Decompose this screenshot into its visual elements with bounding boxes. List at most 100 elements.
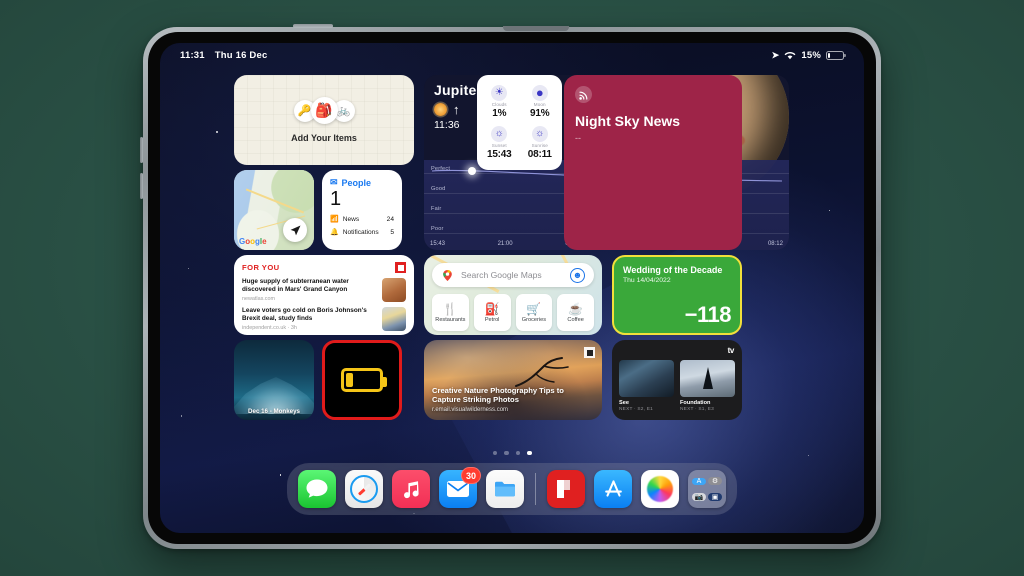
page-dot[interactable] <box>492 450 497 455</box>
safari-app[interactable] <box>345 470 383 508</box>
volume-down-button[interactable] <box>140 173 143 199</box>
rss-icon <box>575 86 592 103</box>
rear-camera-bump <box>503 26 569 31</box>
backpack-icon: 🎒 <box>310 97 338 124</box>
show-next-episode: NEXT · S2, E1 <box>619 407 653 412</box>
page-dot[interactable] <box>515 450 520 455</box>
map-pin-icon <box>441 269 454 282</box>
status-bar: 11:31 Thu 16 Dec ➤ 15% <box>160 43 864 67</box>
page-dot[interactable] <box>504 450 509 455</box>
ipad-device-frame: 11:31 Thu 16 Dec ➤ 15% 🔑 🎒 🚲 Add Your It… <box>140 24 881 549</box>
jupiter-rise-time: 11:36 <box>434 119 460 131</box>
rss-icon: 📶 <box>330 216 339 223</box>
account-icon[interactable]: ☻ <box>570 267 585 283</box>
find-my-label: Add Your Items <box>291 133 357 143</box>
photography-article-widget[interactable]: Creative Nature Photography Tips to Capt… <box>424 340 602 420</box>
coffee-icon: ☕ <box>568 301 584 316</box>
app-store-app[interactable] <box>594 470 632 508</box>
mail-people-widget[interactable]: ✉ People 1 📶 News 24 🔔 Notifications 5 <box>322 170 402 250</box>
battery-icon <box>341 368 387 392</box>
music-app[interactable] <box>392 470 430 508</box>
restaurant-icon: 🍴 <box>442 301 458 316</box>
settings-recent[interactable]: ⚙ <box>708 477 722 485</box>
mail-news-label: News <box>342 215 360 223</box>
story-headline: Huge supply of subterranean water discov… <box>242 278 349 294</box>
sunset-icon: ☼ <box>491 126 508 143</box>
show-title: Foundation <box>680 400 711 406</box>
apple-tv-logo: tv <box>727 346 735 355</box>
tv-wordmark: tv <box>727 346 735 355</box>
story-source: independent.co.uk · 3h <box>242 325 297 332</box>
flipboard-for-you-widget[interactable]: FOR YOU Huge supply of subterranean wate… <box>234 255 414 335</box>
navigation-arrow-icon[interactable] <box>283 218 307 242</box>
night-sky-news-title: Night Sky News <box>575 113 681 129</box>
app-store-recent[interactable]: A <box>692 477 706 485</box>
shortcut-label: Coffee <box>567 316 584 323</box>
weather-cell-sunrise: ☼ Sunrise 08:11 <box>520 123 561 165</box>
files-app[interactable] <box>486 470 524 508</box>
show-title: See <box>619 400 629 406</box>
page-dot-active[interactable] <box>527 450 532 455</box>
tv-show-card[interactable]: Foundation NEXT · S1, E3 <box>680 360 735 412</box>
mail-badge-count: 30 <box>460 467 481 484</box>
current-visibility-marker <box>468 167 476 175</box>
news-story-item[interactable]: Huge supply of subterranean water discov… <box>242 278 406 302</box>
mail-notifications-label: Notifications <box>342 228 379 236</box>
google-maps-search-widget[interactable]: Search Google Maps ☻ 🍴 Restaurants ⛽ Pet… <box>424 255 602 335</box>
photos-memory-widget[interactable]: Dec 16 - Monkeys <box>234 340 314 420</box>
countdown-date: Thu 14/04/2022 <box>623 277 671 284</box>
moon-value: 91% <box>530 107 550 119</box>
people-count: 1 <box>330 188 342 210</box>
ipad-bezel: 11:31 Thu 16 Dec ➤ 15% 🔑 🎒 🚲 Add Your It… <box>148 32 876 544</box>
shortcuts-recent[interactable]: ▣ <box>708 493 722 501</box>
mail-app[interactable]: 30 <box>439 467 481 508</box>
find-my-widget[interactable]: 🔑 🎒 🚲 Add Your Items <box>234 75 414 165</box>
countdown-widget[interactable]: Wedding of the Decade Thu 14/04/2022 −11… <box>612 255 742 335</box>
page-indicator[interactable] <box>160 450 864 455</box>
show-thumbnail <box>680 360 735 397</box>
jupiter-title: Jupiter <box>434 82 483 98</box>
night-sky-news-widget[interactable]: Night Sky News -- <box>564 75 742 250</box>
sunrise-caption: Sunrise <box>531 143 548 149</box>
mail-news-count: 24 <box>386 215 394 223</box>
weather-conditions-card[interactable]: ☀ Clouds 1% ● Moon 91% ☼ Sunset 15:43 ☼ … <box>477 75 562 170</box>
power-button[interactable] <box>293 24 333 28</box>
flipboard-app[interactable] <box>547 470 585 508</box>
apple-tv-widget[interactable]: tv See NEXT · S2, E1 Foundation NEXT · S… <box>612 340 742 420</box>
people-header-label: People <box>341 177 372 188</box>
shortcut-coffee[interactable]: ☕ Coffee <box>557 294 594 331</box>
shortcut-label: Groceries <box>521 316 546 323</box>
countdown-title: Wedding of the Decade <box>623 265 723 275</box>
story-source: newatlas.com <box>242 296 275 303</box>
dock: 30 A ⚙ 📷 ▣ <box>287 463 737 515</box>
shortcut-restaurants[interactable]: 🍴 Restaurants <box>432 294 469 331</box>
rise-arrow-icon: ↑ <box>453 102 460 117</box>
weather-cell-moon: ● Moon 91% <box>520 81 561 123</box>
volume-up-button[interactable] <box>140 137 143 163</box>
recent-apps-folder[interactable]: A ⚙ 📷 ▣ <box>688 470 726 508</box>
shortcut-petrol[interactable]: ⛽ Petrol <box>473 294 511 331</box>
battery-widget[interactable] <box>322 340 402 420</box>
tv-show-card[interactable]: See NEXT · S2, E1 <box>619 360 674 412</box>
sunrise-value: 08:11 <box>527 149 552 161</box>
show-thumbnail <box>619 360 674 397</box>
clouds-value: 1% <box>492 107 507 119</box>
weather-cell-sunset: ☼ Sunset 15:43 <box>479 123 520 165</box>
maps-location-widget[interactable]: Google <box>234 170 314 250</box>
compass-icon <box>350 475 378 503</box>
article-source: r.email.visualwilderness.com <box>432 407 509 413</box>
photos-app[interactable] <box>641 470 679 508</box>
news-story-item[interactable]: Leave voters go cold on Boris Johnson's … <box>242 307 406 331</box>
search-placeholder-text: Search Google Maps <box>461 270 542 280</box>
photos-flower-icon <box>647 476 673 502</box>
messages-app[interactable] <box>298 470 336 508</box>
shortcut-groceries[interactable]: 🛒 Groceries <box>515 294 553 331</box>
camera-recent[interactable]: 📷 <box>692 493 706 501</box>
chart-x-label-5: 08:12 <box>767 241 783 247</box>
status-date: Thu 16 Dec <box>214 49 268 61</box>
google-logo: Google <box>239 237 267 246</box>
location-arrow-icon: ➤ <box>771 49 780 60</box>
memory-caption: Dec 16 - Monkeys <box>248 408 300 415</box>
mail-row-news: 📶 News 24 <box>330 215 394 224</box>
search-input[interactable]: Search Google Maps ☻ <box>432 263 594 287</box>
